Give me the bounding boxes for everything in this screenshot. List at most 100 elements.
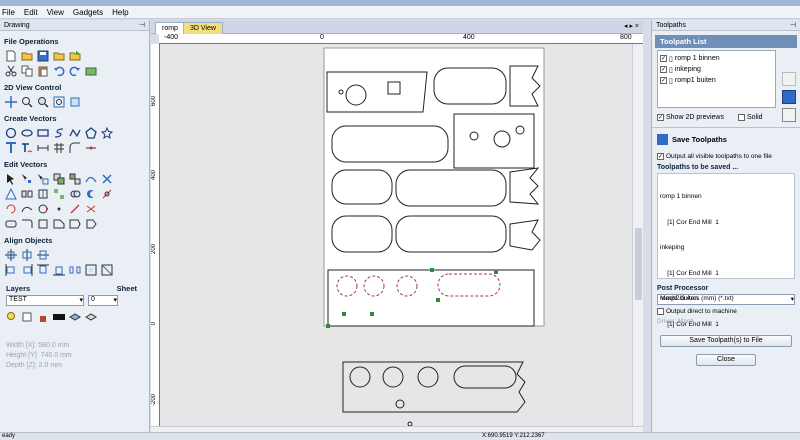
save-icon[interactable] (37, 50, 49, 62)
sheet-dropdown[interactable]: 0 ▾ (88, 295, 118, 306)
bridge-icon[interactable] (85, 203, 97, 215)
align-icon[interactable] (37, 188, 49, 200)
nest-icon[interactable] (53, 188, 65, 200)
cut-icon[interactable] (5, 65, 17, 77)
paste-icon[interactable] (37, 65, 49, 77)
spline-icon[interactable] (85, 218, 97, 230)
align-vertical-center-icon[interactable] (37, 249, 49, 261)
polyline-icon[interactable] (53, 127, 65, 139)
undo-icon[interactable] (53, 65, 65, 77)
checkbox[interactable]: ✓ (660, 55, 667, 62)
polygon-icon[interactable] (85, 126, 97, 139)
scroll-thumb[interactable] (635, 228, 642, 300)
import-folder-icon[interactable] (53, 50, 65, 62)
move-down-icon[interactable] (782, 90, 796, 104)
checkbox[interactable]: ✓ (660, 66, 667, 73)
checkbox[interactable] (657, 308, 664, 315)
checkbox[interactable]: ✓ (657, 114, 664, 121)
zoom-selection-icon[interactable] (69, 96, 81, 108)
size-match-icon[interactable] (101, 264, 113, 276)
text-icon[interactable] (5, 141, 17, 154)
align-top-icon[interactable] (37, 264, 49, 276)
dimension-icon[interactable] (37, 142, 49, 154)
open-file-icon[interactable] (21, 50, 33, 62)
post-processor-dropdown[interactable]: Mach2/3 Arcs (mm) (*.txt) ▾ (657, 294, 795, 305)
checkbox[interactable] (737, 114, 745, 121)
layer-manager-icon[interactable] (85, 311, 97, 323)
text-on-curve-icon[interactable] (21, 142, 33, 154)
layer-dropdown[interactable]: TEST ▾ (6, 295, 84, 306)
trim-icon[interactable] (53, 203, 65, 215)
rectangle-icon[interactable] (37, 127, 49, 139)
tbone-icon[interactable] (69, 218, 81, 230)
checkbox-icon[interactable] (21, 311, 33, 323)
distribute-icon[interactable] (69, 264, 81, 276)
bulb-icon[interactable] (5, 311, 17, 323)
curve-icon[interactable] (69, 127, 81, 139)
pin-icon[interactable]: ⊣ (790, 21, 796, 29)
drawing-svg[interactable] (160, 44, 632, 426)
intersect-icon[interactable] (101, 188, 113, 200)
menu-help[interactable]: Help (112, 8, 128, 17)
align-center-icon[interactable] (5, 248, 17, 261)
star-icon[interactable] (101, 126, 113, 139)
toolpath-item[interactable]: ✓ ▯ romp 1 binnen (660, 53, 773, 64)
pin-icon[interactable]: ⊣ (139, 21, 145, 29)
align-right-icon[interactable] (21, 263, 33, 276)
move-up-icon[interactable] (782, 72, 796, 86)
solid-toggle[interactable]: Solid (737, 114, 763, 121)
save-toolpaths-button[interactable]: Save Toolpath(s) to File (660, 335, 792, 347)
join-icon[interactable] (85, 173, 97, 185)
zoom-icon[interactable] (21, 96, 33, 108)
vertical-scrollbar[interactable] (632, 44, 643, 426)
group-icon[interactable] (53, 173, 65, 185)
rotate-icon[interactable] (5, 203, 17, 215)
close-vector-icon[interactable] (37, 203, 49, 215)
table-vector-icon[interactable] (53, 142, 65, 154)
select-icon[interactable] (5, 173, 17, 185)
ellipse-icon[interactable] (21, 127, 33, 139)
output-direct-option[interactable]: Output direct to machine (657, 308, 795, 315)
tab-romp[interactable]: romp (155, 22, 185, 34)
menu-file[interactable]: File (2, 8, 15, 17)
zoom-region-icon[interactable] (37, 96, 49, 108)
color-swatch-icon[interactable] (53, 311, 65, 323)
offset-vector-icon[interactable] (5, 218, 17, 230)
scissors-icon[interactable] (101, 173, 113, 185)
transform-icon[interactable] (37, 173, 49, 185)
toolpath-item[interactable]: ✓ ▯ inkeping (660, 64, 773, 75)
weld-icon[interactable] (69, 188, 81, 200)
drawing-canvas[interactable] (160, 44, 632, 426)
checkbox[interactable]: ✓ (657, 153, 664, 160)
fillet-icon[interactable] (69, 142, 81, 154)
job-setup-icon[interactable] (85, 65, 97, 77)
zoom-extents-icon[interactable] (53, 96, 65, 108)
new-file-icon[interactable] (5, 50, 17, 62)
pan-icon[interactable] (5, 95, 17, 108)
tab-controls[interactable]: ◂ ▸ × (624, 22, 639, 30)
layer-add-icon[interactable] (69, 311, 81, 323)
lock-icon[interactable] (37, 311, 49, 323)
menu-edit[interactable]: Edit (24, 8, 38, 17)
import-component-icon[interactable] (69, 50, 81, 62)
copy-icon[interactable] (21, 65, 33, 77)
mirror-icon[interactable] (21, 188, 33, 200)
align-left-icon[interactable] (5, 263, 17, 276)
subtract-icon[interactable] (85, 188, 97, 200)
toolpath-item[interactable]: ✓ ▯ romp1 buiten (660, 75, 773, 86)
fillet-corner-icon[interactable] (21, 218, 33, 230)
tab-3d-view[interactable]: 3D View (183, 22, 223, 34)
output-all-option[interactable]: ✓ Output all visible toolpaths to one fil… (657, 153, 795, 160)
show-2d-toggle[interactable]: ✓ Show 2D previews (657, 114, 724, 121)
redo-icon[interactable] (69, 65, 81, 77)
dogbone-icon[interactable] (37, 218, 49, 230)
offset-icon[interactable] (5, 187, 17, 200)
align-bottom-icon[interactable] (53, 264, 65, 276)
node-edit-icon[interactable] (21, 173, 33, 185)
chamfer-icon[interactable] (53, 218, 65, 230)
space-evenly-icon[interactable] (85, 264, 97, 276)
delete-icon[interactable] (782, 108, 796, 122)
menu-gadgets[interactable]: Gadgets (73, 8, 103, 17)
circle-icon[interactable] (5, 127, 17, 139)
ungroup-icon[interactable] (69, 173, 81, 185)
